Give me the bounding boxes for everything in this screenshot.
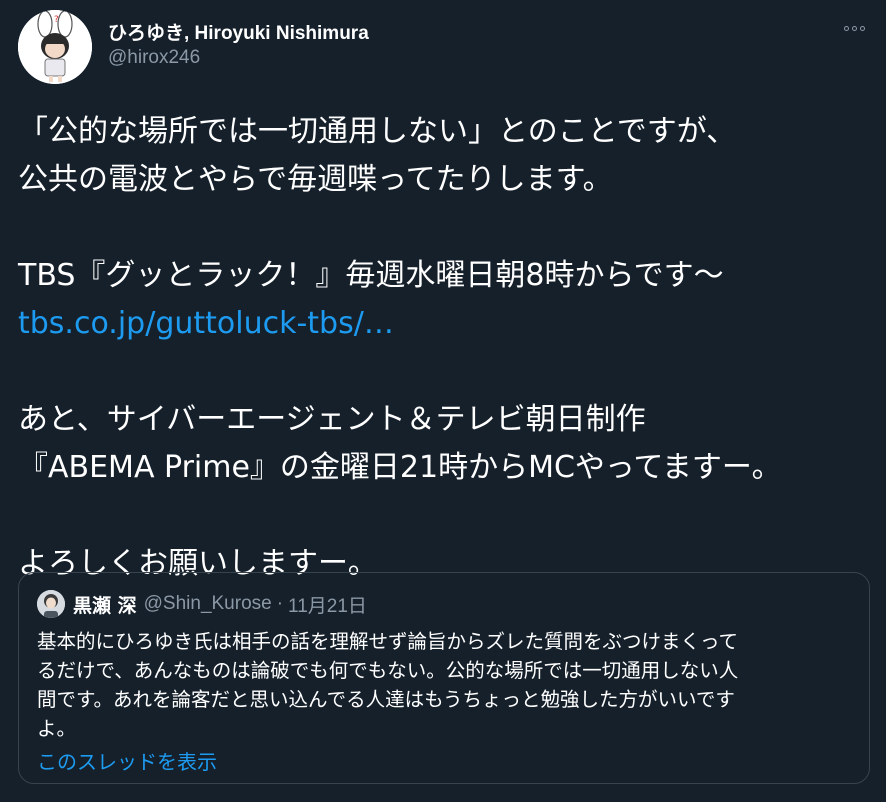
tweet: ? ひろゆき, Hiroyuki Nishimura @hirox246 「公的…	[0, 0, 886, 802]
more-options-icon-dot	[851, 25, 857, 31]
more-options-button[interactable]	[840, 20, 868, 36]
quoted-text-line: よ。	[37, 717, 77, 740]
tweet-link[interactable]: tbs.co.jp/guttoluck-tbs/…	[18, 306, 394, 341]
quoted-date[interactable]: 11月21日	[288, 591, 367, 618]
svg-text:?: ?	[54, 15, 59, 25]
avatar[interactable]: ?	[18, 10, 92, 84]
quoted-text-line: 基本的にひろゆき氏は相手の話を理解せず論旨からズレた質問をぶつけまくって	[37, 630, 739, 653]
quoted-avatar[interactable]	[37, 590, 65, 618]
quoted-tweet[interactable]: 黒瀬 深 @Shin_Kurose · 11月21日 基本的にひろゆき氏は相手の…	[18, 572, 870, 784]
more-options-icon	[843, 25, 849, 31]
quoted-author-handle[interactable]: @Shin_Kurose	[144, 593, 272, 615]
show-thread-link[interactable]: このスレッドを表示	[37, 749, 217, 775]
author-info: ひろゆき, Hiroyuki Nishimura @hirox246	[108, 22, 369, 70]
tweet-line: TBS『グッとラック！』毎週水曜日朝8時からです〜	[18, 258, 724, 293]
tweet-text: 「公的な場所では一切通用しない」とのことですが、 公共の電波とやらで毎週喋ってた…	[18, 108, 874, 588]
quoted-author-name[interactable]: 黒瀬 深	[73, 591, 137, 618]
quoted-avatar-icon	[37, 590, 65, 618]
quoted-tweet-text: 基本的にひろゆき氏は相手の話を理解せず論旨からズレた質問をぶつけまくって るだけ…	[37, 627, 857, 743]
author-handle[interactable]: @hirox246	[108, 46, 369, 70]
quoted-tweet-header: 黒瀬 深 @Shin_Kurose · 11月21日	[37, 590, 367, 618]
quoted-text-line: 間です。あれを論客だと思い込んでる人達はもうちょっと勉強した方がいいです	[37, 688, 735, 711]
quoted-text-line: るだけで、あんなものは論破でも何でもない。公的な場所では一切通用しない人	[37, 659, 739, 682]
tweet-line: あと、サイバーエージェント＆テレビ朝日制作	[18, 402, 646, 437]
tweet-line: 『ABEMA Prime』の金曜日21時からMCやってますー。	[18, 450, 782, 485]
more-options-icon-dot	[859, 25, 865, 31]
quoted-separator: ·	[276, 593, 284, 614]
avatar-icon: ?	[18, 10, 92, 84]
author-display-name[interactable]: ひろゆき, Hiroyuki Nishimura	[108, 22, 369, 46]
tweet-header: ? ひろゆき, Hiroyuki Nishimura @hirox246	[18, 10, 868, 86]
tweet-line: 公共の電波とやらで毎週喋ってたりします。	[18, 162, 613, 197]
tweet-line: 「公的な場所では一切通用しない」とのことですが、	[18, 114, 737, 149]
